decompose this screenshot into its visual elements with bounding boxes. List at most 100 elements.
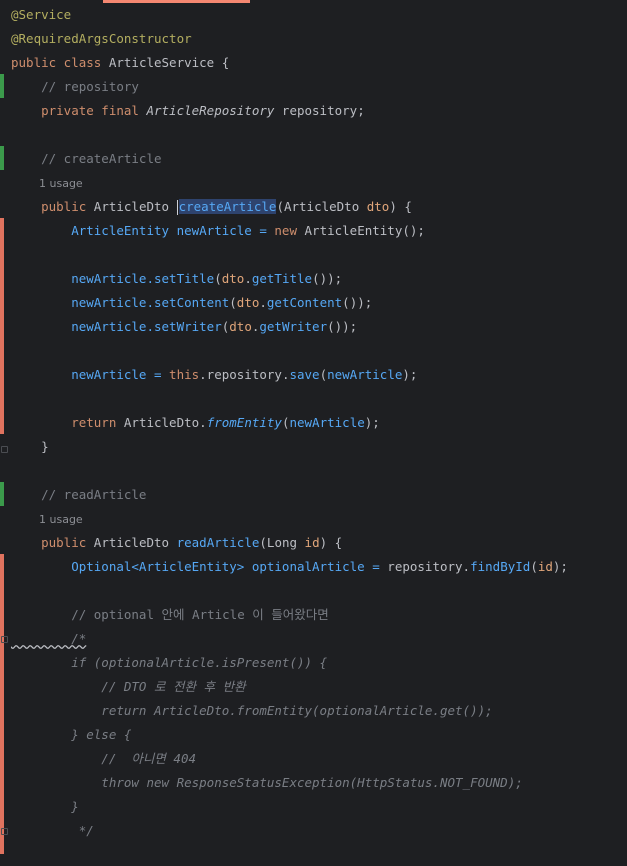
- code-token: ) {: [389, 199, 412, 214]
- code-token: newArticle.: [11, 271, 154, 286]
- code-token: // DTO 로 전환 후 반환: [11, 679, 246, 694]
- fold-marker-icon[interactable]: [1, 446, 8, 453]
- code-token: } else {: [11, 727, 132, 742]
- code-token: repository;: [274, 103, 365, 118]
- code-token: // createArticle: [11, 151, 162, 166]
- code-line[interactable]: 1 usage: [11, 507, 83, 531]
- code-token: ArticleService: [108, 55, 215, 70]
- fold-marker-icon[interactable]: [1, 828, 8, 835]
- code-line[interactable]: }: [11, 435, 49, 459]
- code-token: newArticle.: [11, 295, 154, 310]
- code-line[interactable]: // repository: [11, 75, 139, 99]
- code-token: readArticle: [176, 535, 260, 550]
- code-line[interactable]: @RequiredArgsConstructor: [11, 27, 192, 51]
- code-line[interactable]: private final ArticleRepository reposito…: [11, 99, 365, 123]
- code-token: @Service: [11, 7, 72, 22]
- code-token: getContent: [266, 295, 343, 310]
- code-token: createArticle: [178, 199, 277, 214]
- code-token: getWriter: [259, 319, 328, 334]
- code-token: ArticleRepository: [146, 103, 275, 118]
- gutter-added-marker[interactable]: [0, 482, 4, 506]
- code-token: public: [11, 199, 94, 214]
- code-token: public: [11, 535, 94, 550]
- code-line[interactable]: */: [11, 819, 94, 843]
- code-line[interactable]: return ArticleDto.fromEntity(newArticle)…: [11, 411, 380, 435]
- code-line[interactable]: @Service: [11, 3, 71, 27]
- code-token: setContent: [154, 295, 230, 310]
- code-token: private final: [11, 103, 147, 118]
- code-token: (Long: [259, 535, 305, 550]
- code-token: dto: [366, 199, 390, 214]
- code-token: */: [11, 823, 94, 838]
- code-line[interactable]: throw new ResponseStatusException(HttpSt…: [11, 771, 523, 795]
- code-token: (: [214, 271, 222, 286]
- code-line[interactable]: if (optionalArticle.isPresent()) {: [11, 651, 327, 675]
- code-line[interactable]: // 아니면 404: [11, 747, 196, 771]
- code-token: }: [11, 439, 49, 454]
- code-token: ArticleEntity newArticle =: [11, 223, 275, 238]
- code-token: newArticle =: [11, 367, 170, 382]
- code-line[interactable]: // DTO 로 전환 후 반환: [11, 675, 246, 699]
- code-line[interactable]: } else {: [11, 723, 131, 747]
- gutter-added-marker[interactable]: [0, 146, 4, 170]
- code-line[interactable]: // readArticle: [11, 483, 146, 507]
- code-token: id: [304, 535, 320, 550]
- gutter-added-marker[interactable]: [0, 74, 4, 98]
- code-token: ArticleEntity: [304, 223, 403, 238]
- text-caret: [176, 200, 178, 215]
- code-token: );: [552, 559, 568, 574]
- code-token: /*: [11, 631, 87, 646]
- code-token: );: [402, 367, 418, 382]
- usage-hint[interactable]: 1 usage: [11, 177, 83, 190]
- code-line[interactable]: /*: [11, 627, 86, 651]
- code-token: (: [229, 295, 237, 310]
- gutter-modified-marker[interactable]: [0, 218, 4, 434]
- usage-hint[interactable]: 1 usage: [11, 513, 83, 526]
- code-token: // 아니면 404: [11, 751, 197, 766]
- gutter-modified-marker[interactable]: [0, 554, 4, 854]
- code-line[interactable]: public class ArticleService {: [11, 51, 229, 75]
- code-token: ArticleDto.: [123, 415, 207, 430]
- fold-marker-icon[interactable]: [1, 636, 8, 643]
- code-line[interactable]: newArticle.setTitle(dto.getTitle());: [11, 267, 342, 291]
- code-token: throw new ResponseStatusException(HttpSt…: [11, 775, 523, 790]
- code-line[interactable]: public ArticleDto createArticle(ArticleD…: [11, 195, 412, 219]
- code-token: dto: [236, 295, 260, 310]
- code-token: newArticle: [327, 367, 403, 382]
- code-line[interactable]: ArticleEntity newArticle = new ArticleEn…: [11, 219, 425, 243]
- code-token: setWriter: [154, 319, 222, 334]
- code-token: ArticleDto: [93, 199, 177, 214]
- code-token: Optional<ArticleEntity> optionalArticle …: [11, 559, 388, 574]
- code-token: .: [259, 295, 267, 310]
- code-token: new: [274, 223, 305, 238]
- code-line[interactable]: 1 usage: [11, 171, 83, 195]
- code-token: (: [319, 367, 328, 382]
- code-token: getTitle: [251, 271, 313, 286]
- active-tab-indicator: [103, 0, 250, 3]
- code-token: id: [537, 559, 553, 574]
- code-line[interactable]: // createArticle: [11, 147, 162, 171]
- code-token: ArticleDto: [93, 535, 177, 550]
- code-token: (ArticleDto: [276, 199, 367, 214]
- code-line[interactable]: newArticle.setContent(dto.getContent());: [11, 291, 372, 315]
- code-token: }: [11, 799, 79, 814]
- code-line[interactable]: newArticle = this.repository.save(newArt…: [11, 363, 417, 387]
- code-line[interactable]: // optional 안에 Article 이 들어왔다면: [11, 603, 329, 627]
- code-token: return: [11, 415, 124, 430]
- code-token: // optional 안에 Article 이 들어왔다면: [11, 607, 329, 622]
- code-line[interactable]: }: [11, 795, 79, 819]
- code-line[interactable]: return ArticleDto.fromEntity(optionalArt…: [11, 699, 493, 723]
- code-token: ());: [312, 271, 343, 286]
- code-token: if (optionalArticle.isPresent()) {: [11, 655, 328, 670]
- code-token: @RequiredArgsConstructor: [11, 31, 192, 46]
- code-line[interactable]: newArticle.setWriter(dto.getWriter());: [11, 315, 357, 339]
- code-token: public class: [11, 55, 109, 70]
- code-token: newArticle: [289, 415, 365, 430]
- code-token: newArticle.: [11, 319, 154, 334]
- code-line[interactable]: Optional<ArticleEntity> optionalArticle …: [11, 555, 568, 579]
- code-token: ) {: [319, 535, 343, 550]
- code-token: return ArticleDto.fromEntity(optionalArt…: [11, 703, 493, 718]
- code-token: .repository.: [199, 367, 290, 382]
- code-line[interactable]: public ArticleDto readArticle(Long id) {: [11, 531, 342, 555]
- code-token: repository.: [387, 559, 471, 574]
